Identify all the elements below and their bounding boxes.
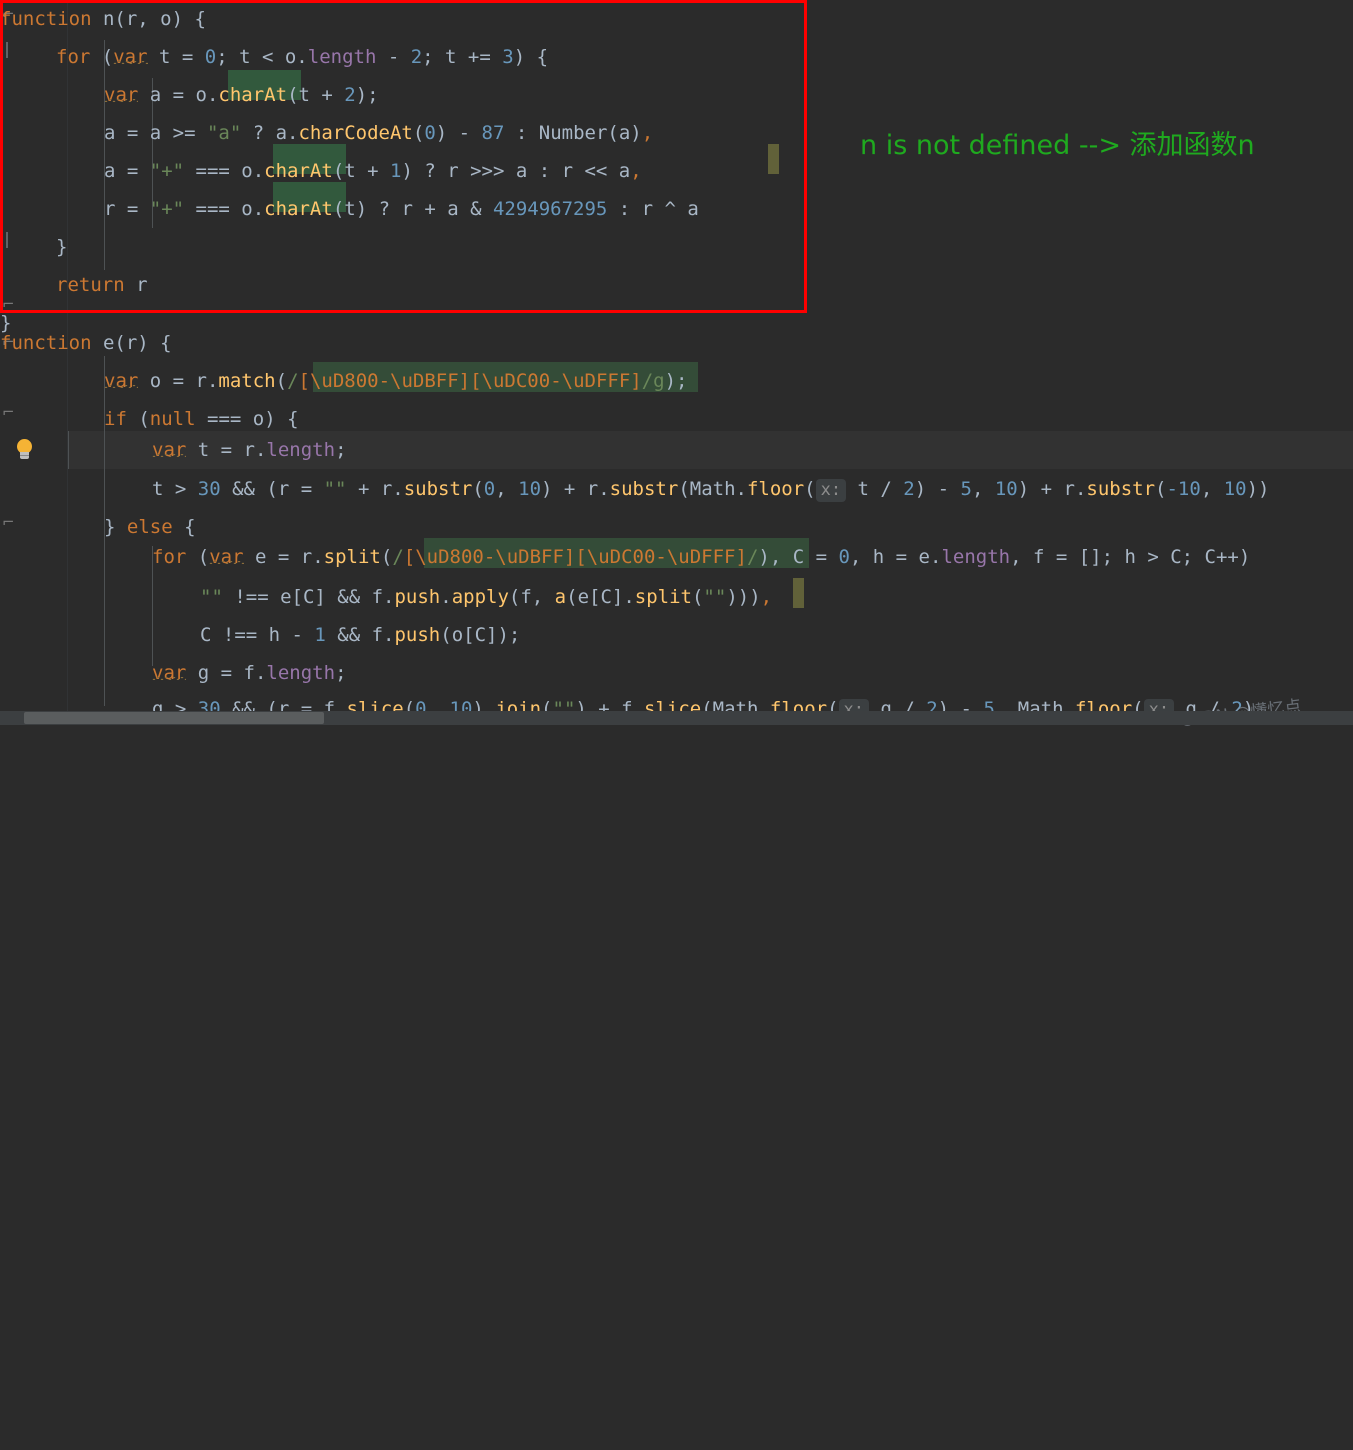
- code-line[interactable]: "" !== e[C] && f.push.apply(f, a(e[C].sp…: [200, 578, 772, 616]
- code-line[interactable]: for (var e = r.split(/[\uD800-\uDBFF][\u…: [152, 538, 1250, 576]
- code-line[interactable]: C !== h - 1 && f.push(o[C]);: [200, 616, 520, 654]
- code-line[interactable]: var o = r.match(/[\uD800-\uDBFF][\uDC00-…: [104, 362, 687, 400]
- code-line[interactable]: a = a >= "a" ? a.charCodeAt(0) - 87 : Nu…: [104, 114, 653, 152]
- code-line[interactable]: var g = f.length;: [152, 654, 347, 692]
- code-line[interactable]: for (var t = 0; t < o.length - 2; t += 3…: [56, 38, 548, 76]
- code-editor[interactable]: function n(r, o) { for (var t = 0; t < o…: [0, 0, 1353, 731]
- code-line[interactable]: }: [56, 228, 67, 266]
- code-line[interactable]: a = "+" === o.charAt(t + 1) ? r >>> a : …: [104, 152, 642, 190]
- code-line[interactable]: function n(r, o) {: [0, 0, 206, 38]
- code-line[interactable]: function e(r) {: [0, 324, 172, 362]
- code-line[interactable]: t > 30 && (r = "" + r.substr(0, 10) + r.…: [152, 470, 1269, 508]
- code-text-layer[interactable]: function n(r, o) { for (var t = 0; t < o…: [0, 0, 1353, 725]
- code-line[interactable]: r = "+" === o.charAt(t) ? r + a & 429496…: [104, 190, 699, 228]
- inlay-hint: x:: [815, 479, 847, 502]
- horizontal-scrollbar-track[interactable]: [0, 711, 1353, 725]
- horizontal-scrollbar-thumb[interactable]: [24, 712, 324, 724]
- code-line[interactable]: var t = r.length;: [152, 431, 347, 469]
- annotation-text: n is not defined --> 添加函数n: [860, 130, 1255, 161]
- code-line[interactable]: return r: [56, 266, 148, 304]
- code-line[interactable]: var a = o.charAt(t + 2);: [104, 76, 379, 114]
